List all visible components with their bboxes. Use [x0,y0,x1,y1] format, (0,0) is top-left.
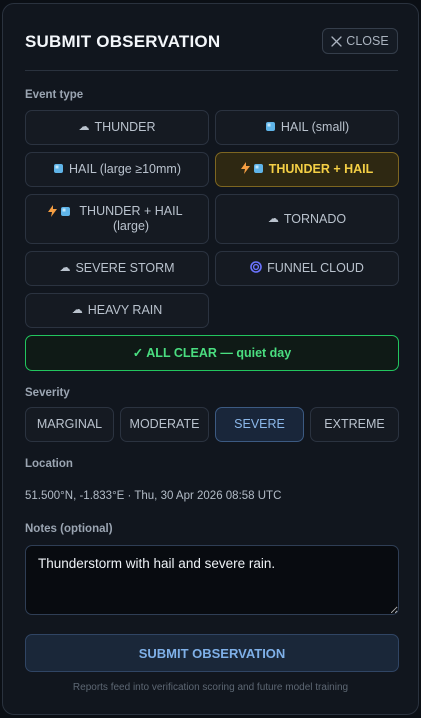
lightning-bolt-icon [48,205,57,220]
severity-label: Severity [25,387,70,399]
close-icon [331,35,342,47]
all-clear-button[interactable]: ✓ ALL CLEAR — quiet day [25,335,399,371]
event-option-label: THUNDER [94,120,156,134]
event-option-severe-storm[interactable]: ☁ SEVERE STORM [25,251,209,286]
notes-label: Notes (optional) [25,523,113,535]
event-option-hail-small[interactable]: HAIL (small) [215,110,399,145]
event-option-label: HEAVY RAIN [87,303,163,317]
severity-option-severe[interactable]: SEVERE [215,407,304,442]
event-option-heavy-rain[interactable]: ☁ HEAVY RAIN [25,293,209,328]
event-option-label: FUNNEL CLOUD [267,261,364,275]
event-option-hail-large[interactable]: HAIL (large ≥10mm) [25,152,209,187]
event-option-thunder-hail-large[interactable]: THUNDER + HAIL (large) [25,194,209,244]
ice-cube-icon [253,163,264,177]
event-option-label: TORNADO [283,211,347,226]
close-label: CLOSE [346,34,389,48]
submit-observation-dialog: SUBMIT OBSERVATION CLOSE Event type ☁ TH… [2,3,419,715]
tornado-icon: ☁ [267,212,279,225]
ice-cube-icon [60,206,71,220]
ice-cube-icon [53,163,64,177]
storm-cloud-icon: ☁ [59,262,71,274]
event-option-label: THUNDER + HAIL (large) [79,204,183,233]
cloud-lightning-icon: ☁ [78,121,90,133]
event-option-label: HAIL (large ≥10mm) [69,162,181,176]
event-option-label: SEVERE STORM [75,261,175,275]
close-button[interactable]: CLOSE [322,28,398,54]
severity-option-marginal[interactable]: MARGINAL [25,407,114,442]
dialog-title: SUBMIT OBSERVATION [25,32,221,51]
footnote: Reports feed into verification scoring a… [72,682,349,693]
event-option-thunder[interactable]: ☁ THUNDER [25,110,209,145]
rain-cloud-icon: ☁ [71,304,83,316]
severity-option-extreme[interactable]: EXTREME [310,407,399,442]
severity-option-moderate[interactable]: MODERATE [120,407,209,442]
dialog-header: SUBMIT OBSERVATION CLOSE [25,28,398,71]
event-option-label: HAIL (small) [280,120,350,134]
location-value: 51.500°N, -1.833°E · Thu, 30 Apr 2026 08… [25,490,282,502]
notes-textarea[interactable]: Thunderstorm with hail and severe rain. [25,545,399,615]
event-type-label: Event type [25,89,84,101]
cyclone-icon [250,261,262,276]
location-label: Location [25,458,73,470]
event-option-tornado[interactable]: ☁ TORNADO [215,194,399,244]
submit-observation-button[interactable]: SUBMIT OBSERVATION [25,634,399,672]
event-option-label: THUNDER + HAIL [268,162,374,176]
event-option-thunder-hail[interactable]: THUNDER + HAIL [215,152,399,187]
event-option-funnel-cloud[interactable]: FUNNEL CLOUD [215,251,399,286]
ice-cube-icon [265,121,276,135]
lightning-bolt-icon [240,162,250,177]
